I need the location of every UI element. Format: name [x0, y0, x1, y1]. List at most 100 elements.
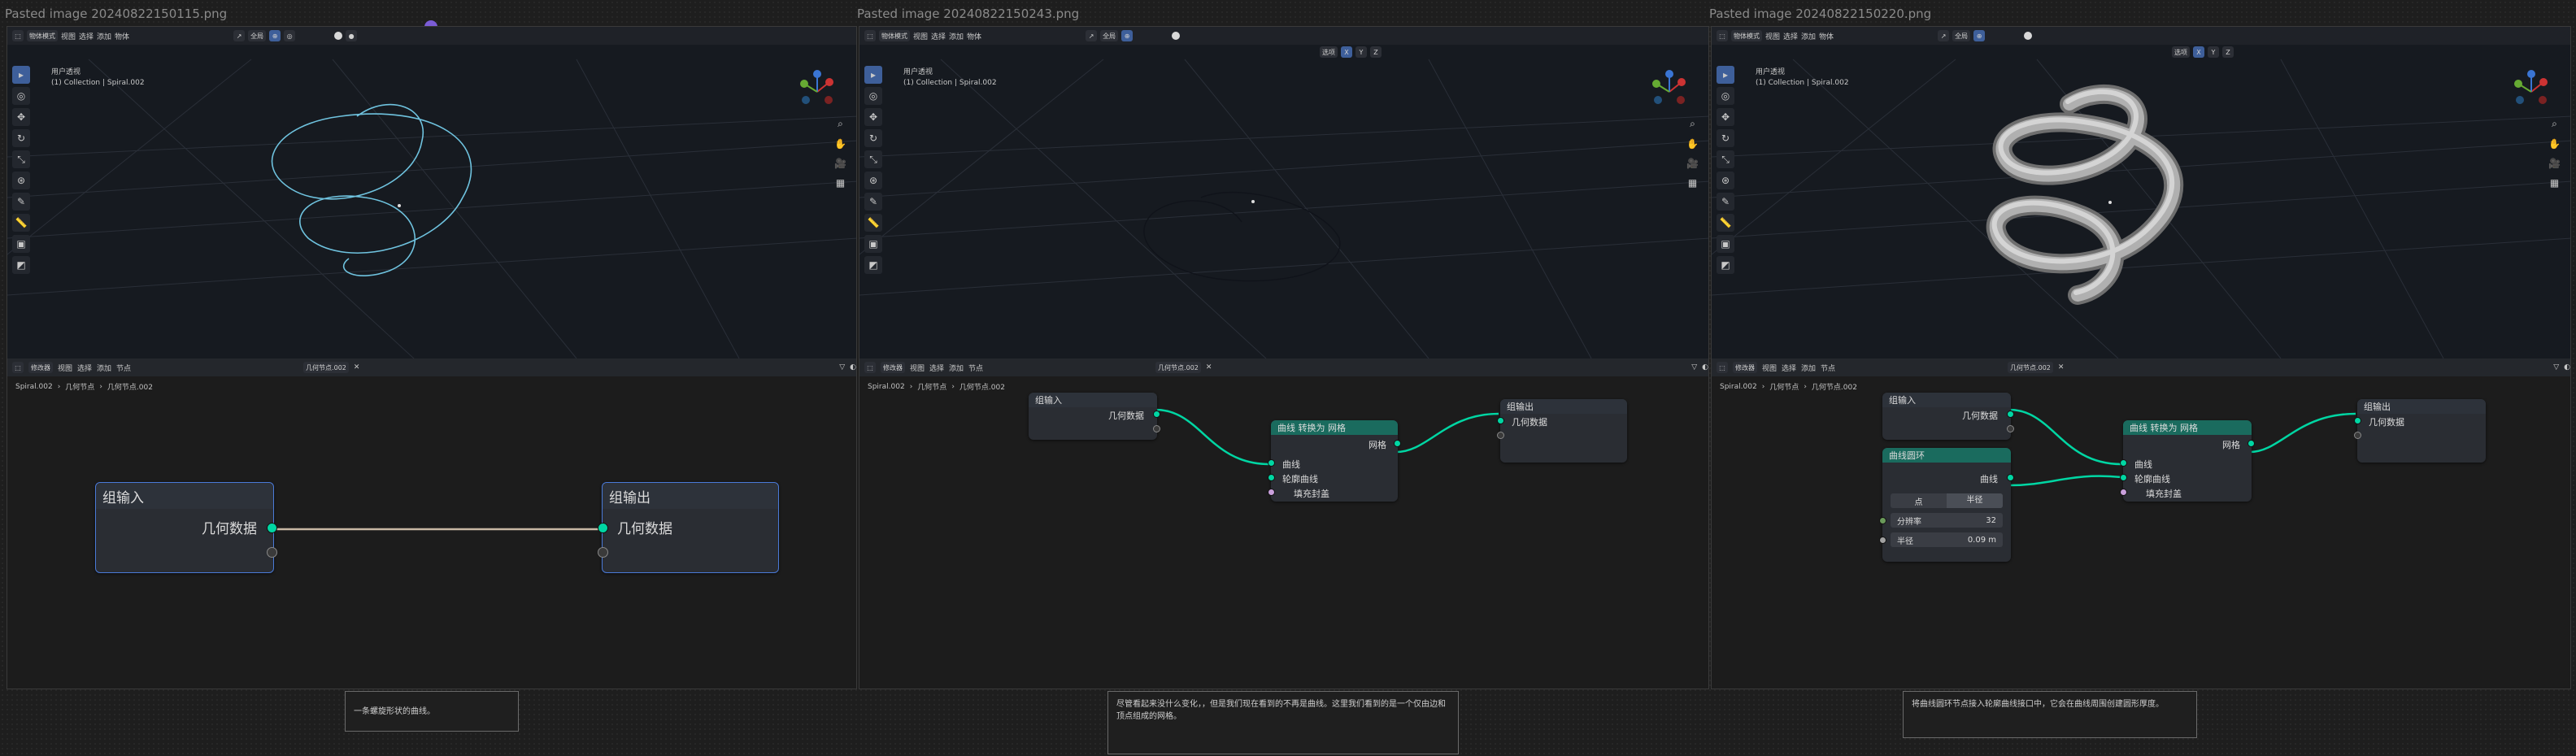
empty-socket[interactable] [267, 547, 277, 558]
scale-tool-icon[interactable]: ⤡ [1717, 150, 1734, 168]
cursor-tool-icon[interactable]: ◎ [864, 87, 882, 105]
cursor-tool-icon[interactable]: ◎ [12, 87, 30, 105]
mode-select[interactable]: 物体模式 [27, 30, 58, 41]
navigation-gizmo[interactable] [1645, 67, 1694, 116]
transform-tool-icon[interactable]: ⊛ [864, 172, 882, 189]
axis-y[interactable]: Y [1355, 46, 1367, 58]
resolution-field[interactable]: 分辨率 32 [1891, 513, 2003, 528]
transform-icon[interactable]: ↗ [1938, 30, 1950, 41]
measure-tool-icon[interactable]: 📏 [1717, 214, 1734, 232]
curve-to-mesh-node[interactable]: 曲线 转换为 网格 网格 曲线 轮廓曲线 填充封盖 [2120, 420, 2255, 502]
axis-z[interactable]: Z [1370, 46, 1382, 58]
menu-view[interactable]: 视图 [61, 31, 76, 41]
zoom-icon[interactable]: ⌕ [2552, 118, 2557, 130]
annotate-tool-icon[interactable]: ✎ [864, 193, 882, 211]
group-input-node[interactable]: 组输入 几何数据 [95, 482, 277, 573]
editor-type-icon[interactable]: ⬚ [12, 30, 24, 41]
mode-toggle[interactable]: 点 半径 [1891, 493, 2003, 508]
geometry-socket[interactable] [267, 523, 277, 533]
axis-z[interactable]: Z [2222, 46, 2234, 58]
mode-select[interactable]: 物体模式 [1731, 30, 1762, 41]
empty-socket[interactable] [1497, 432, 1504, 439]
global-select[interactable]: 全局 [1100, 30, 1119, 41]
profile-socket[interactable] [1268, 474, 1275, 481]
menu-select[interactable]: 选择 [931, 31, 946, 41]
group-input-node[interactable]: 组输入 几何数据 [1882, 393, 2014, 440]
annotate-tool-icon[interactable]: ✎ [1717, 193, 1734, 211]
viewport[interactable]: ⬚ 物体模式 视图 选择 添加 物体 ↗ 全局 ⊕ ◎ ● ▸ ◎ ✥ ↻ ⤡ … [7, 27, 856, 358]
profile-socket[interactable] [2120, 474, 2127, 481]
move-tool-icon[interactable]: ✥ [12, 108, 30, 126]
pan-hand-icon[interactable]: ✋ [2548, 138, 2561, 150]
options-select[interactable]: 选项 [1320, 46, 1338, 58]
shading-solid-icon[interactable] [1172, 32, 1181, 40]
empty-socket[interactable] [598, 547, 608, 558]
geometry-socket[interactable] [2354, 417, 2361, 424]
global-select[interactable]: 全局 [1952, 30, 1971, 41]
editor-type-icon[interactable]: ⬚ [864, 30, 876, 41]
ortho-grid-icon[interactable]: ▦ [2550, 177, 2559, 189]
group-output-node[interactable]: 组输出 几何数据 [2354, 399, 2486, 463]
shading-solid-icon[interactable] [2024, 32, 2033, 40]
select-tool-icon[interactable]: ▸ [1717, 66, 1734, 84]
pan-hand-icon[interactable]: ✋ [834, 138, 846, 150]
menu-add[interactable]: 添加 [949, 31, 964, 41]
scale-tool-icon[interactable]: ⤡ [864, 150, 882, 168]
axis-y[interactable]: Y [2208, 46, 2219, 58]
editor-type-icon[interactable]: ⬚ [1717, 30, 1728, 41]
mode-select[interactable]: 物体模式 [879, 30, 910, 41]
mode-radius[interactable]: 半径 [1947, 493, 2003, 508]
geometry-socket[interactable] [2007, 411, 2014, 418]
menu-object[interactable]: 物体 [967, 31, 981, 41]
menu-add[interactable]: 添加 [97, 31, 111, 41]
navigation-gizmo[interactable] [793, 67, 842, 116]
radius-socket[interactable] [1879, 537, 1886, 544]
options-select[interactable]: 选项 [2172, 46, 2190, 58]
fill-caps-socket[interactable] [2120, 489, 2127, 496]
add-cube-tool-icon[interactable]: ▣ [864, 235, 882, 253]
mesh-socket[interactable] [2247, 440, 2255, 447]
measure-tool-icon[interactable]: 📏 [12, 214, 30, 232]
proportional-icon[interactable]: ◎ [284, 30, 296, 41]
zoom-icon[interactable]: ⌕ [838, 118, 843, 130]
curve-socket[interactable] [2120, 459, 2127, 467]
rotate-tool-icon[interactable]: ↻ [1717, 129, 1734, 147]
pan-hand-icon[interactable]: ✋ [1686, 138, 1699, 150]
global-select[interactable]: 全局 [248, 30, 267, 41]
snap-icon[interactable]: ⊕ [269, 30, 281, 41]
geometry-socket[interactable] [1153, 411, 1160, 418]
menu-select[interactable]: 选择 [79, 31, 94, 41]
menu-object[interactable]: 物体 [1819, 31, 1834, 41]
curve-circle-node[interactable]: 曲线圆环 曲线 点 半径 分辨率 32 半径 0.09 m [1879, 448, 2014, 562]
group-output-node[interactable]: 组输出 几何数据 [598, 482, 779, 573]
cursor-tool-icon[interactable]: ◎ [1717, 87, 1734, 105]
empty-socket[interactable] [1153, 425, 1160, 432]
group-output-node[interactable]: 组输出 几何数据 [1497, 399, 1627, 463]
empty-socket[interactable] [2007, 425, 2014, 432]
annotate-tool-icon[interactable]: ✎ [12, 193, 30, 211]
navigation-gizmo[interactable] [2507, 67, 2556, 116]
camera-icon[interactable]: 🎥 [1686, 158, 1699, 169]
curve-socket[interactable] [2007, 474, 2014, 481]
menu-view[interactable]: 视图 [913, 31, 928, 41]
camera-icon[interactable]: 🎥 [2548, 158, 2561, 169]
node-editor[interactable]: ⬚ 修改器 视图 选择 添加 节点 几何节点.002 ✕ ▽ ◐ Spiral.… [7, 358, 856, 689]
menu-select[interactable]: 选择 [1783, 31, 1798, 41]
node-editor[interactable]: ⬚ 修改器 视图 选择 添加 节点 几何节点.002 ✕ ▽ ◐ Spiral.… [859, 358, 1708, 689]
select-tool-icon[interactable]: ▸ [864, 66, 882, 84]
viewport[interactable]: ⬚ 物体模式 视图 选择 添加 物体 ↗ 全局 ⊕ 选项 X Y Z ▸ ◎ ✥… [859, 27, 1708, 358]
axis-x[interactable]: X [2193, 46, 2204, 58]
transform-tool-icon[interactable]: ⊛ [1717, 172, 1734, 189]
shading-solid-icon[interactable] [334, 32, 343, 40]
viewport[interactable]: ⬚ 物体模式 视图 选择 添加 物体 ↗ 全局 ⊕ 选项 X Y Z ▸ ◎ ✥… [1712, 27, 2570, 358]
measure-tool-icon[interactable]: 📏 [864, 214, 882, 232]
select-tool-icon[interactable]: ▸ [12, 66, 30, 84]
rotate-tool-icon[interactable]: ↻ [864, 129, 882, 147]
geometry-socket[interactable] [598, 523, 608, 533]
geometry-socket[interactable] [1497, 417, 1504, 424]
add-cube-tool-icon[interactable]: ▣ [12, 235, 30, 253]
resolution-socket[interactable] [1879, 517, 1886, 524]
fill-caps-socket[interactable] [1268, 489, 1275, 496]
add-cube-tool-icon[interactable]: ▣ [1717, 235, 1734, 253]
mesh-socket[interactable] [1394, 440, 1401, 447]
